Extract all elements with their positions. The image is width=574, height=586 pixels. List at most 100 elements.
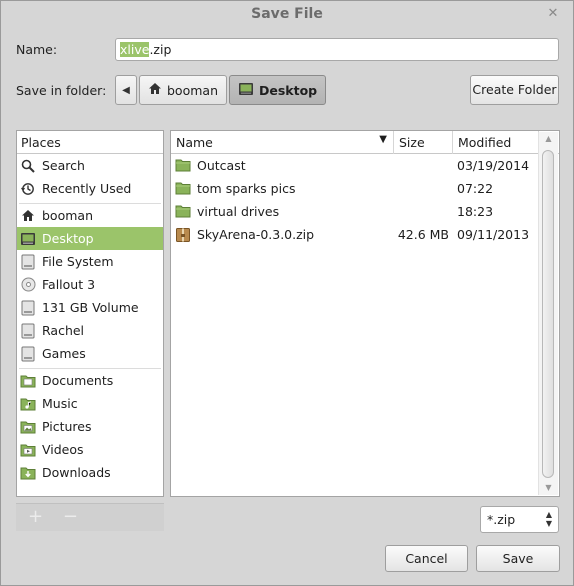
folder-icon: [175, 158, 191, 174]
scroll-up-icon[interactable]: ▲: [539, 132, 558, 146]
places-item-label: 131 GB Volume: [42, 300, 139, 315]
scroll-down-icon[interactable]: ▼: [539, 481, 558, 495]
home-icon: [148, 82, 162, 98]
path-crumb-label: booman: [167, 82, 218, 98]
places-item-label: Music: [42, 396, 78, 411]
drive-icon: [20, 346, 36, 362]
desktop-icon: [20, 231, 36, 247]
folder-music-icon: [20, 396, 36, 412]
spin-arrows-icon: ▲ ▼: [545, 510, 552, 528]
places-item-booman[interactable]: booman: [17, 204, 163, 227]
places-item-games[interactable]: Games: [17, 342, 163, 365]
file-modified: 18:23: [457, 204, 494, 219]
file-row-skyarena-zip[interactable]: SkyArena-0.3.0.zip 42.6 MB 09/11/2013: [171, 223, 559, 246]
column-header-name[interactable]: Name ▼: [171, 131, 394, 154]
titlebar[interactable]: Save File ✕: [1, 1, 573, 27]
recent-icon: [20, 181, 36, 197]
cancel-button[interactable]: Cancel: [385, 545, 468, 572]
filename-extension-text: .zip: [149, 42, 172, 57]
file-list-header: Name ▼ Size Modified: [171, 131, 559, 154]
places-item-desktop[interactable]: Desktop: [17, 227, 163, 250]
places-item-videos[interactable]: Videos: [17, 438, 163, 461]
close-icon[interactable]: ✕: [545, 6, 561, 22]
places-item-131-gb-volume[interactable]: 131 GB Volume: [17, 296, 163, 319]
column-header-size[interactable]: Size: [394, 131, 453, 154]
places-item-label: Desktop: [42, 231, 94, 246]
file-modified: 03/19/2014: [457, 158, 530, 173]
places-item-downloads[interactable]: Downloads: [17, 461, 163, 484]
folder-downloads-icon: [20, 465, 36, 481]
places-item-music[interactable]: Music: [17, 392, 163, 415]
places-item-documents[interactable]: Documents: [17, 369, 163, 392]
file-type-filter[interactable]: *.zip ▲ ▼: [480, 506, 559, 533]
save-file-dialog: Save File ✕ Name: xlive.zip Save in fold…: [0, 0, 574, 586]
places-item-label: Fallout 3: [42, 277, 96, 292]
filename-input[interactable]: xlive.zip: [115, 38, 559, 61]
places-item-search[interactable]: Search: [17, 154, 163, 177]
archive-icon: [175, 227, 191, 243]
places-item-label: booman: [42, 208, 93, 223]
places-item-label: Rachel: [42, 323, 85, 338]
places-item-recently-used[interactable]: Recently Used: [17, 177, 163, 200]
file-list-scrollbar[interactable]: ▲ ▼: [538, 132, 558, 495]
save-in-folder-label: Save in folder:: [16, 83, 107, 98]
folder-videos-icon: [20, 442, 36, 458]
file-row-tom-sparks-pics[interactable]: tom sparks pics 07:22: [171, 177, 559, 200]
name-label: Name:: [16, 42, 58, 57]
sort-descending-icon: ▼: [379, 134, 387, 145]
file-name: Outcast: [197, 158, 246, 173]
file-name-cell: tom sparks pics: [171, 181, 394, 197]
search-icon: [20, 158, 36, 174]
drive-icon: [20, 323, 36, 339]
home-icon: [20, 208, 36, 224]
drive-icon: [20, 300, 36, 316]
column-header-modified[interactable]: Modified: [453, 131, 539, 154]
places-item-label: Videos: [42, 442, 84, 457]
places-item-label: File System: [42, 254, 114, 269]
file-name: virtual drives: [197, 204, 280, 219]
places-item-fallout-3[interactable]: Fallout 3: [17, 273, 163, 296]
folder-icon: [175, 204, 191, 220]
file-modified: 07:22: [457, 181, 494, 196]
file-name-cell: Outcast: [171, 158, 394, 174]
places-header[interactable]: Places: [17, 131, 163, 154]
left-arrow-icon: ◀: [122, 84, 130, 96]
places-item-pictures[interactable]: Pictures: [17, 415, 163, 438]
file-name-cell: virtual drives: [171, 204, 394, 220]
path-crumb-label: Desktop: [259, 82, 318, 98]
places-item-label: Documents: [42, 373, 114, 388]
path-back-button[interactable]: ◀: [115, 75, 137, 105]
save-button[interactable]: Save: [476, 545, 560, 572]
file-list: Name ▼ Size Modified Outcast 03/19/2014 …: [170, 130, 560, 497]
column-header-name-label: Name: [176, 135, 213, 150]
add-bookmark-button[interactable]: +: [28, 506, 43, 527]
places-item-file-system[interactable]: File System: [17, 250, 163, 273]
places-item-rachel[interactable]: Rachel: [17, 319, 163, 342]
desktop-icon: [238, 82, 254, 99]
file-row-outcast[interactable]: Outcast 03/19/2014: [171, 154, 559, 177]
path-crumb-desktop[interactable]: Desktop: [229, 75, 327, 105]
file-name: tom sparks pics: [197, 181, 296, 196]
path-bar: ◀ booman Desktop: [115, 75, 328, 105]
disc-icon: [20, 277, 36, 293]
remove-bookmark-button[interactable]: −: [63, 506, 78, 527]
drive-icon: [20, 254, 36, 270]
places-sidebar: Places Search Recently Used booman Deskt…: [16, 130, 164, 497]
folder-pictures-icon: [20, 419, 36, 435]
places-item-label: Downloads: [42, 465, 111, 480]
folder-documents-icon: [20, 373, 36, 389]
create-folder-button[interactable]: Create Folder: [470, 75, 559, 105]
places-item-label: Pictures: [42, 419, 92, 434]
places-add-remove-bar: + −: [16, 503, 164, 531]
folder-icon: [175, 181, 191, 197]
scrollbar-thumb[interactable]: [542, 150, 554, 478]
path-crumb-booman[interactable]: booman: [139, 75, 227, 105]
file-row-virtual-drives[interactable]: virtual drives 18:23: [171, 200, 559, 223]
file-modified: 09/11/2013: [457, 227, 530, 242]
file-size: 42.6 MB: [397, 227, 449, 242]
places-item-label: Search: [42, 158, 85, 173]
file-name: SkyArena-0.3.0.zip: [197, 227, 315, 242]
places-item-label: Recently Used: [42, 181, 132, 196]
filename-selected-text: xlive: [120, 42, 150, 57]
file-name-cell: SkyArena-0.3.0.zip: [171, 227, 394, 243]
